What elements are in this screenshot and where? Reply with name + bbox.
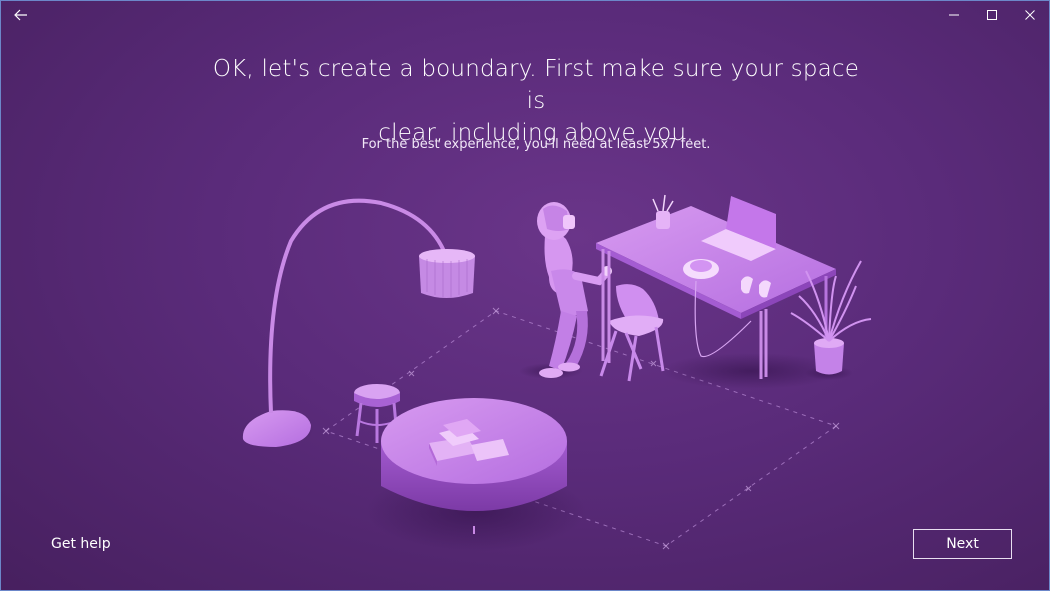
- coffee-table: [366, 398, 586, 551]
- page-heading: OK, let's create a boundary. First make …: [201, 53, 871, 149]
- title-bar: [1, 1, 1049, 31]
- boundary-illustration: [242, 194, 872, 551]
- next-button[interactable]: Next: [913, 529, 1012, 559]
- window-controls: [935, 1, 1049, 29]
- person-figure: [519, 202, 612, 379]
- close-button[interactable]: [1011, 1, 1049, 29]
- app-window: OK, let's create a boundary. First make …: [0, 0, 1050, 591]
- vr-headset: [683, 259, 719, 279]
- minimize-icon: [949, 14, 959, 16]
- page-subheading: For the best experience, you'll need at …: [361, 137, 711, 152]
- pen-cup: [652, 194, 674, 229]
- maximize-button[interactable]: [973, 1, 1011, 29]
- minimize-button[interactable]: [935, 1, 973, 29]
- close-icon: [1025, 10, 1035, 20]
- get-help-link[interactable]: Get help: [51, 536, 111, 552]
- back-button[interactable]: [9, 5, 33, 25]
- heading-line-1: OK, let's create a boundary. First make …: [212, 56, 860, 114]
- back-arrow-icon: [14, 9, 27, 21]
- maximize-icon: [987, 10, 997, 20]
